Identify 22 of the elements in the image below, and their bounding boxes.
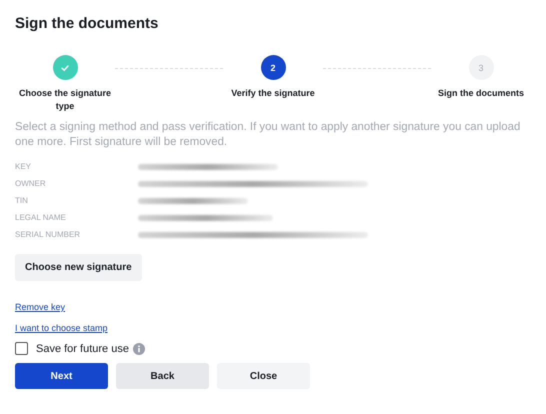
action-button[interactable]: Back (116, 363, 209, 389)
step-label: Sign the documents (436, 87, 525, 100)
step-indicator (52, 55, 78, 80)
field-label: LEGAL NAME (15, 213, 67, 222)
step-indicator: 2 (260, 55, 286, 80)
field-label: SERIAL NUMBER (15, 230, 82, 239)
step-label: Verify the signature (230, 87, 316, 100)
field-label: KEY (15, 162, 32, 171)
choose-signature-button[interactable]: Choose new signature (15, 254, 142, 281)
action-button[interactable]: Next (15, 363, 108, 389)
info-icon[interactable] (132, 342, 145, 354)
action-button[interactable]: Close (217, 363, 310, 389)
text-link[interactable]: I want to choose stamp (15, 322, 108, 335)
text-link[interactable]: Remove key (15, 301, 66, 314)
checkbox[interactable] (15, 342, 28, 355)
field-label: TIN (15, 196, 29, 205)
step-indicator: 3 (468, 55, 494, 80)
step-label: Choose the signature type (18, 87, 112, 113)
dialog-title: Sign the documents (15, 15, 160, 33)
checkbox-label: Save for future use (36, 342, 129, 354)
instruction-text: Select a signing method and pass verification. If you want to apply another signature you can upload one more. First signature will be removed. (15, 120, 522, 150)
field-label: OWNER (15, 179, 47, 188)
